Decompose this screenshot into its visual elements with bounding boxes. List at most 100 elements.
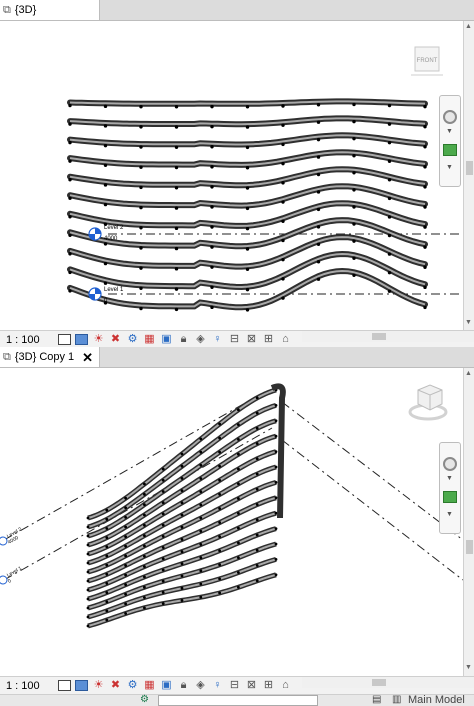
beam-node <box>86 579 90 583</box>
beam-node <box>124 506 127 510</box>
steering-wheel-icon[interactable] <box>443 457 457 471</box>
sun-path-icon[interactable]: ☀ <box>92 334 105 345</box>
tab-3d-copy-1[interactable]: ⧉ {3D} Copy 1 ✕ <box>0 347 100 367</box>
scroll-down-icon[interactable]: ▼ <box>465 664 472 671</box>
top-vertical-scrollbar[interactable]: ▲ ▼ <box>463 21 474 330</box>
beam-node <box>274 542 278 546</box>
beam-node <box>274 419 278 423</box>
visual-style-icon[interactable] <box>75 334 88 345</box>
constraints-icon[interactable]: ⌂ <box>279 334 292 345</box>
beam-node <box>316 277 321 281</box>
chevron-down-icon[interactable]: ▼ <box>446 164 453 171</box>
view-scale[interactable]: 1 : 100 <box>0 680 58 692</box>
scroll-thumb[interactable] <box>466 540 473 554</box>
bottom-3d-viewport[interactable]: Level 2 4000 Level 1 0 ▼ ▼ <box>0 368 463 676</box>
analytical-icon[interactable]: ⊠ <box>245 334 258 345</box>
bottom-navigation-bar[interactable]: ▼ ▼ <box>439 442 461 534</box>
lock-view-icon[interactable]: 🔒︎ <box>177 334 190 345</box>
view-scale[interactable]: 1 : 100 <box>0 334 58 346</box>
lock-view-icon[interactable]: 🔒︎ <box>177 680 190 691</box>
worksharing-icon[interactable]: ⚙ <box>140 695 152 705</box>
beam-node <box>139 226 143 230</box>
beam-node <box>105 563 109 567</box>
beam-node <box>161 568 165 572</box>
design-options-icon[interactable]: ▤ <box>372 695 384 705</box>
editable-icon[interactable]: ▥ <box>392 695 404 705</box>
hide-isolate-icon[interactable]: ◈ <box>194 334 207 345</box>
highlight-displacement-icon[interactable]: ⊞ <box>262 334 275 345</box>
level-1-marker[interactable]: Level 1 0 <box>0 565 23 585</box>
beam-node <box>139 246 143 250</box>
beam-node <box>143 523 146 527</box>
beam-node <box>281 104 285 108</box>
scroll-up-icon[interactable]: ▲ <box>465 370 472 377</box>
analytical-icon[interactable]: ⊠ <box>245 680 258 691</box>
constraints-icon[interactable]: ⌂ <box>279 680 292 691</box>
beam-node <box>218 577 222 581</box>
chevron-down-icon[interactable]: ▼ <box>446 128 453 135</box>
beam-node <box>352 102 356 107</box>
bottom-horizontal-scrollbar[interactable] <box>302 677 474 688</box>
scroll-thumb[interactable] <box>372 679 386 686</box>
beam-node <box>68 159 72 163</box>
render-icon[interactable]: ⚙ <box>126 680 139 691</box>
scroll-down-icon[interactable]: ▼ <box>465 319 472 326</box>
beam-node <box>68 196 72 200</box>
shadows-icon[interactable]: ✖ <box>109 334 122 345</box>
beam-node <box>124 602 127 606</box>
detail-level-icon[interactable] <box>58 680 71 691</box>
shadows-icon[interactable]: ✖ <box>109 680 122 691</box>
view-cube[interactable]: FRONT <box>411 46 443 76</box>
beam-node <box>105 527 109 530</box>
beam-node <box>255 533 259 537</box>
steering-wheel-icon[interactable] <box>443 110 457 124</box>
zoom-icon[interactable] <box>443 491 457 503</box>
hide-isolate-icon[interactable]: ◈ <box>194 680 207 691</box>
active-model-label[interactable]: Main Model <box>408 694 465 706</box>
close-icon[interactable]: ✕ <box>82 351 93 364</box>
highlight-displacement-icon[interactable]: ⊞ <box>262 680 275 691</box>
reveal-hidden-icon[interactable]: ♀ <box>211 334 224 345</box>
top-horizontal-scrollbar[interactable] <box>302 331 474 342</box>
beam-node <box>124 583 127 587</box>
beam-node <box>218 591 222 595</box>
beam-node <box>387 178 392 182</box>
beam-node <box>68 289 72 293</box>
view-cube[interactable] <box>408 384 448 421</box>
beam-node <box>105 618 109 622</box>
sun-path-icon[interactable]: ☀ <box>92 680 105 691</box>
zoom-icon[interactable] <box>443 144 457 156</box>
top-navigation-bar[interactable]: ▼ ▼ <box>439 95 461 187</box>
beam-node <box>105 517 109 521</box>
temporary-view-icon[interactable]: ⊟ <box>228 334 241 345</box>
beam-node <box>237 556 240 560</box>
bottom-vertical-scrollbar[interactable]: ▲ ▼ <box>463 368 474 676</box>
beam-node <box>274 496 278 500</box>
beam-node <box>387 289 392 293</box>
top-view-canvas[interactable]: FRONT Level 2 4000 Level 1 0 <box>0 21 463 330</box>
tab-3d[interactable]: ⧉ {3D} <box>0 0 100 20</box>
beam-node <box>174 267 179 271</box>
visual-style-icon[interactable] <box>75 680 88 691</box>
crop-visibility-icon[interactable]: ▣ <box>160 334 173 345</box>
chevron-down-icon[interactable]: ▼ <box>446 475 453 482</box>
beam-node <box>86 570 90 574</box>
active-workset-field[interactable] <box>158 695 318 706</box>
reveal-hidden-icon[interactable]: ♀ <box>211 680 224 691</box>
beam-node <box>180 574 184 578</box>
scroll-thumb[interactable] <box>372 333 386 340</box>
top-3d-viewport[interactable]: FRONT Level 2 4000 Level 1 0 ▼ ▼ <box>0 21 463 330</box>
scroll-thumb[interactable] <box>466 161 473 175</box>
scroll-up-icon[interactable]: ▲ <box>465 23 472 30</box>
crop-icon[interactable]: ▦ <box>143 334 156 345</box>
detail-level-icon[interactable] <box>58 334 71 345</box>
temporary-view-icon[interactable]: ⊟ <box>228 680 241 691</box>
beam-node <box>316 190 321 194</box>
level-2-marker[interactable]: Level 2 4000 <box>88 225 124 242</box>
render-icon[interactable]: ⚙ <box>126 334 139 345</box>
crop-visibility-icon[interactable]: ▣ <box>160 680 173 691</box>
crop-icon[interactable]: ▦ <box>143 680 156 691</box>
level-2-marker[interactable]: Level 2 4000 <box>0 526 23 546</box>
bottom-view-canvas[interactable]: Level 2 4000 Level 1 0 <box>0 368 463 676</box>
chevron-down-icon[interactable]: ▼ <box>446 511 453 518</box>
